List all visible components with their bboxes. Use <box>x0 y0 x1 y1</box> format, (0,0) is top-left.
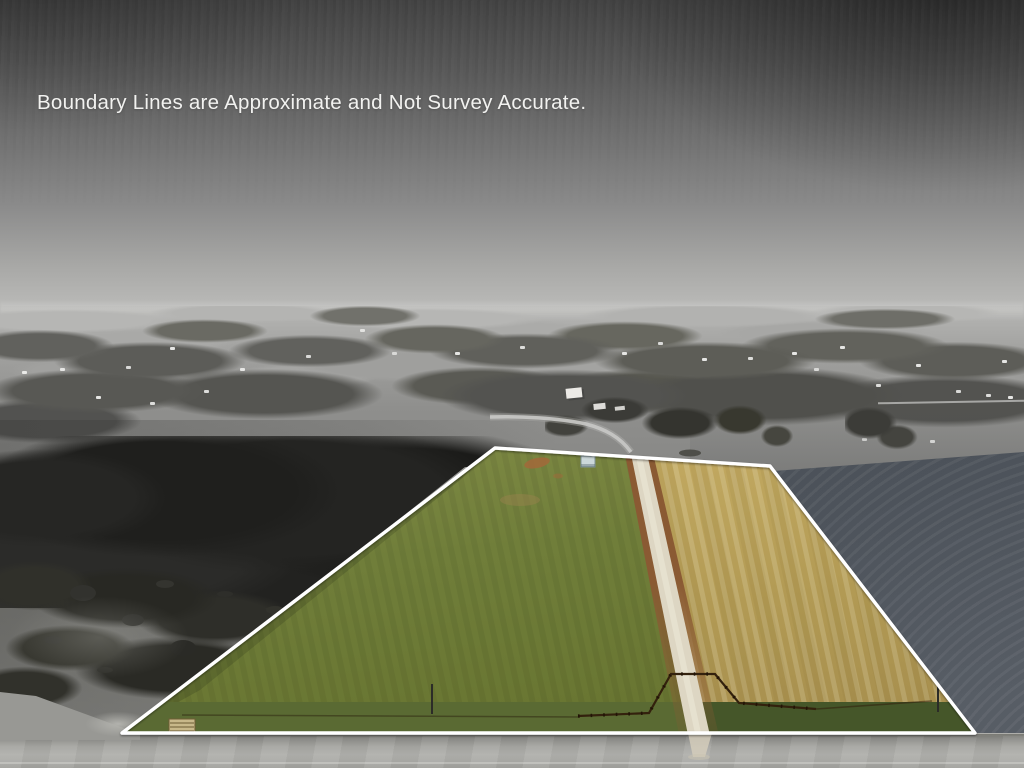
driveway-road-crossing <box>688 733 712 757</box>
cattle-guard <box>169 719 195 732</box>
shed-shadow <box>581 464 595 467</box>
parcel-fill-group <box>100 430 1020 750</box>
disclaimer-text: Boundary Lines are Approximate and Not S… <box>37 91 586 116</box>
pond <box>679 450 701 457</box>
driveway-crossing-fade <box>688 754 710 760</box>
worn-grass-patch <box>500 494 540 506</box>
aerial-photo-frame: Boundary Lines are Approximate and Not S… <box>0 0 1024 768</box>
dirt-patch-small <box>553 474 563 479</box>
